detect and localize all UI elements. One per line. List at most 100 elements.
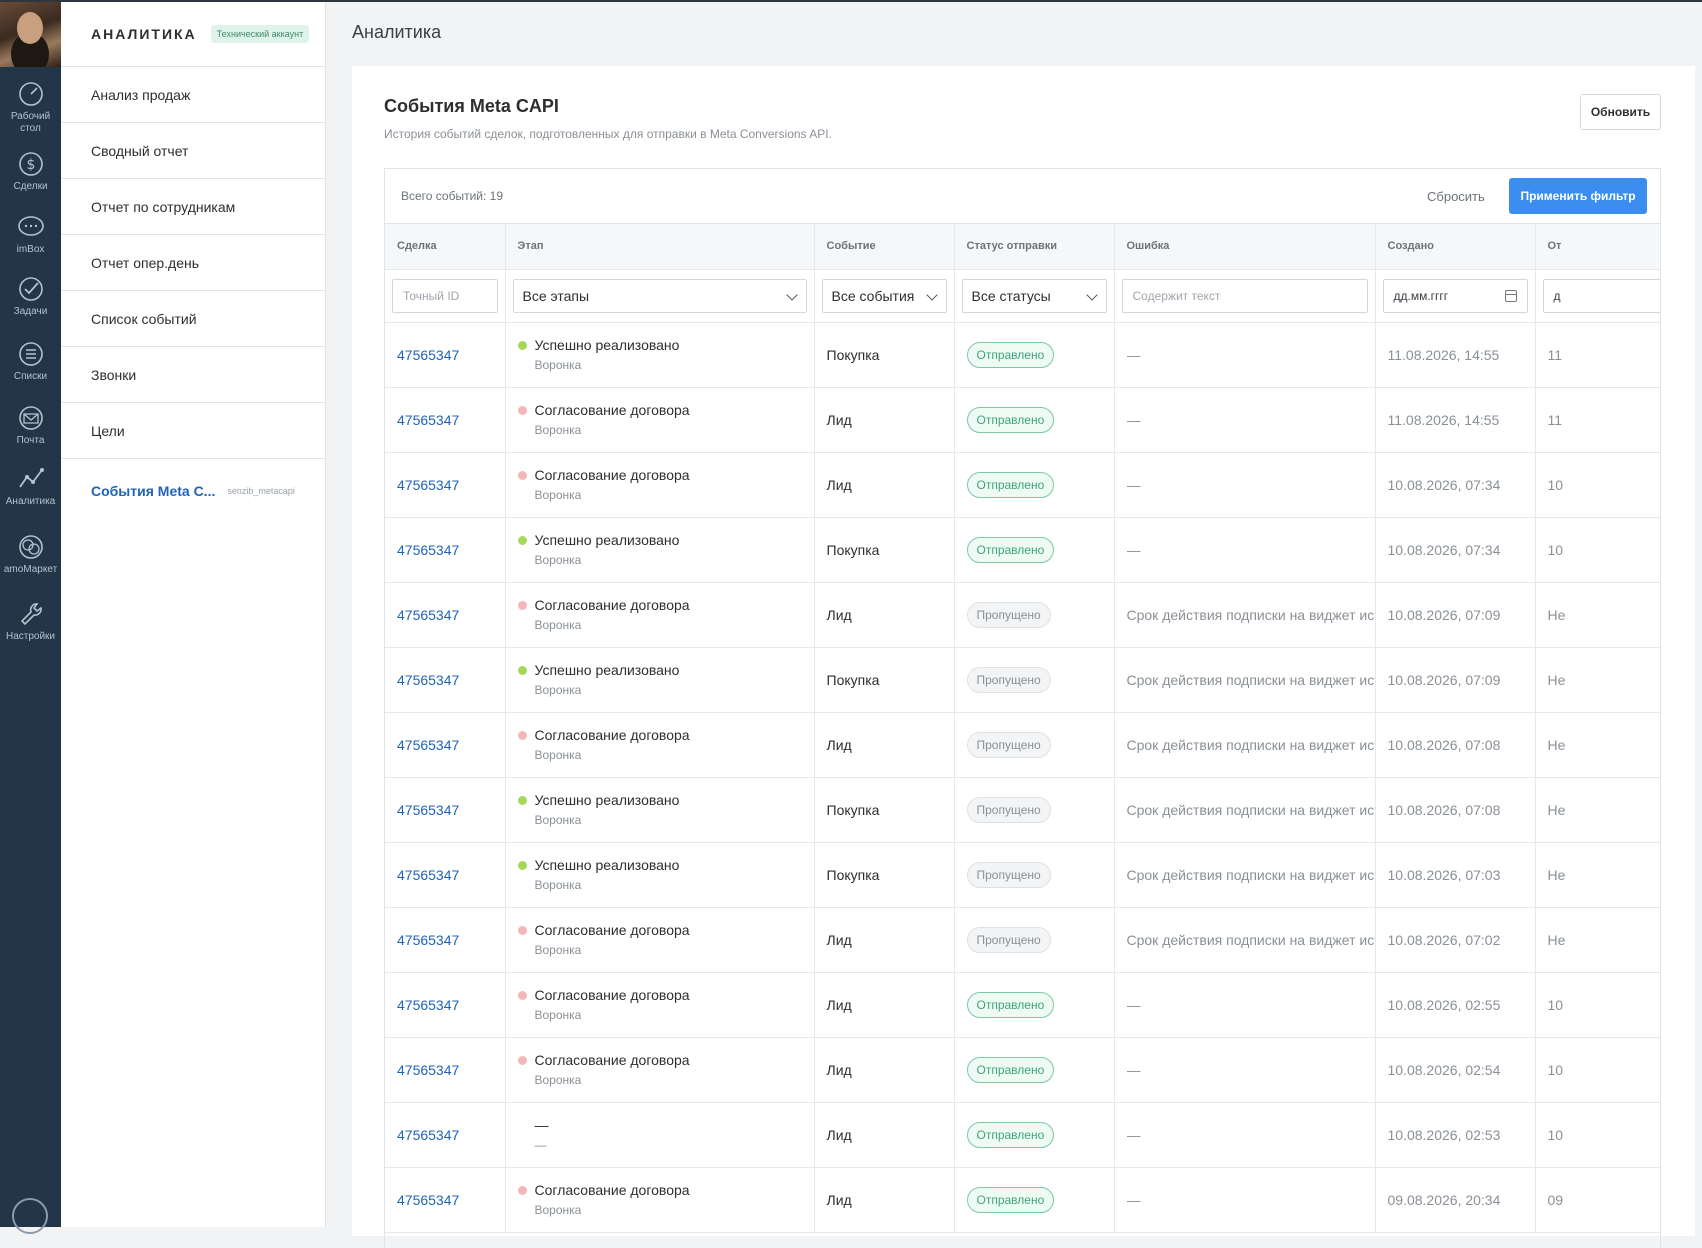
table-row[interactable]: 47565347 Согласование договора Воронка Лид О…	[385, 1167, 1660, 1233]
deal-link[interactable]: 47565347	[397, 802, 459, 818]
column-header[interactable]: Событие	[814, 224, 955, 270]
column-header[interactable]: Создано	[1375, 224, 1536, 270]
rail-item-check[interactable]: Задачи	[0, 275, 61, 318]
deal-link[interactable]: 47565347	[397, 1127, 459, 1143]
table-row[interactable]: 47565347 Успешно реализовано Воронка Покупк…	[385, 647, 1660, 713]
deal-id-filter[interactable]: Точный ID	[392, 278, 498, 313]
sent-datetime: 10	[1547, 476, 1564, 493]
deal-link[interactable]: 47565347	[397, 607, 459, 623]
event-cell: Лид	[814, 1167, 955, 1233]
sent-date-filter[interactable]: д	[1542, 278, 1660, 313]
reset-button[interactable]: Сбросить	[1427, 189, 1485, 204]
created-datetime: 10.08.2026, 07:08	[1387, 801, 1501, 818]
calendar-icon[interactable]	[1504, 289, 1517, 302]
rail-item-analytics[interactable]: Аналитика	[0, 465, 61, 508]
rail-item-dashboard[interactable]: Рабочий стол	[0, 80, 61, 135]
event-cell: Лид	[814, 907, 955, 973]
card-title: События Meta CAPI	[384, 96, 559, 116]
avatar[interactable]	[0, 0, 61, 67]
table-row[interactable]: 47565347 Успешно реализовано Воронка Покупк…	[385, 322, 1660, 388]
created-datetime: 10.08.2026, 07:09	[1387, 671, 1501, 688]
error-cell: Срок действия подписки на виджет истёк	[1114, 647, 1376, 713]
dollar-icon: $	[18, 152, 43, 176]
rail-item-label: Задачи	[13, 306, 48, 317]
subnav-item[interactable]: Отчет опер.день	[61, 235, 325, 291]
created-date-filter[interactable]: дд.мм.гггг	[1382, 278, 1528, 313]
deal-link[interactable]: 47565347	[397, 542, 459, 558]
event-cell: Покупка	[814, 322, 955, 388]
market-icon	[18, 535, 43, 559]
subnav-item[interactable]: Цели	[61, 403, 325, 459]
pipeline-name: Воронка	[534, 553, 582, 567]
deal-link[interactable]: 47565347	[397, 1192, 459, 1208]
rail-item-chat[interactable]: imBox	[0, 213, 61, 256]
error-text: Срок действия подписки на виджет истёк	[1126, 866, 1375, 883]
table-row[interactable]: 47565347 Согласование договора Воронка Лид О…	[385, 387, 1660, 453]
subnav-item[interactable]: Сводный отчет	[61, 123, 325, 179]
sent-cell: Не	[1535, 842, 1660, 908]
column-header[interactable]: От	[1535, 224, 1660, 270]
deal-link[interactable]: 47565347	[397, 1062, 459, 1078]
deal-link[interactable]: 47565347	[397, 672, 459, 688]
table-row[interactable]: 47565347 Согласование договора Воронка Лид П…	[385, 582, 1660, 648]
created-datetime: 10.08.2026, 07:03	[1387, 866, 1501, 883]
deal-link[interactable]: 47565347	[397, 932, 459, 948]
error-cell: —	[1114, 452, 1376, 518]
table-row[interactable]: 47565347 Согласование договора Воронка Лид П…	[385, 907, 1660, 973]
table-row[interactable]: 47565347 Успешно реализовано Воронка Покупк…	[385, 517, 1660, 583]
events-count: Всего событий: 19	[401, 189, 504, 203]
deal-link[interactable]: 47565347	[397, 412, 459, 428]
account-icon[interactable]	[12, 1198, 48, 1234]
table-row[interactable]: 47565347 Согласование договора Воронка Лид П…	[385, 712, 1660, 778]
created-datetime: 10.08.2026, 07:02	[1387, 931, 1501, 948]
rail-item-list[interactable]: Списки	[0, 340, 61, 383]
created-cell: 09.08.2026, 20:34	[1375, 1167, 1536, 1233]
status-badge: Отправлено	[966, 536, 1055, 563]
column-header[interactable]: Этап	[505, 224, 815, 270]
column-header[interactable]: Ошибка	[1114, 224, 1376, 270]
table-row[interactable]: 47565347 Успешно реализовано Воронка Покупк…	[385, 842, 1660, 908]
rail-item-dollar[interactable]: $ Сделки	[0, 150, 61, 193]
table-row[interactable]: 47565347 Успешно реализовано Воронка Покупк…	[385, 777, 1660, 843]
column-header[interactable]: Сделка	[385, 224, 506, 270]
deal-cell: 47565347	[385, 387, 506, 453]
deal-link[interactable]: 47565347	[397, 347, 459, 363]
filter-cell: д	[1535, 269, 1660, 323]
error-filter[interactable]: Содержит текст	[1121, 278, 1368, 313]
rail-item-wrench[interactable]: Настройки	[0, 600, 61, 643]
stage-filter[interactable]: Все этапы	[512, 278, 807, 313]
subnav-item[interactable]: Звонки	[61, 347, 325, 403]
subnav-item-meta-capi[interactable]: События Meta C... senzib_metacapi	[61, 459, 325, 523]
rail-item-market[interactable]: amoМаркет	[0, 533, 61, 576]
apply-filter-button[interactable]: Применить фильтр	[1509, 178, 1647, 214]
subnav-item[interactable]: Список событий	[61, 291, 325, 347]
rail-item-label: imBox	[16, 244, 45, 255]
table-row[interactable]: 47565347 Согласование договора Воронка Лид О…	[385, 972, 1660, 1038]
status-badge: Пропущено	[966, 731, 1051, 758]
deal-link[interactable]: 47565347	[397, 997, 459, 1013]
table-row[interactable]: 47565347— — Лид Отправлено —10.08.2026, 02:5…	[385, 1102, 1660, 1168]
event-filter[interactable]: Все события	[821, 278, 947, 313]
column-header[interactable]: Статус отправки	[954, 224, 1115, 270]
event-cell: Лид	[814, 972, 955, 1038]
table-row[interactable]: 47565347 Согласование договора Воронка Лид О…	[385, 1037, 1660, 1103]
sent-datetime: 10	[1547, 996, 1564, 1013]
rail-item-mail[interactable]: Почта	[0, 404, 61, 447]
deal-link[interactable]: 47565347	[397, 737, 459, 753]
status-filter[interactable]: Все статусы	[961, 278, 1107, 313]
stage-name: Успешно реализовано	[534, 337, 680, 353]
status-badge: Отправлено	[966, 406, 1055, 433]
status-badge: Пропущено	[966, 666, 1051, 693]
subnav-item[interactable]: Отчет по сотрудникам	[61, 179, 325, 235]
filter-cell: Все статусы	[954, 269, 1115, 323]
sent-cell: 10	[1535, 452, 1660, 518]
table-row[interactable]: 47565347 Согласование договора Воронка Лид О…	[385, 452, 1660, 518]
refresh-button[interactable]: Обновить	[1580, 94, 1661, 130]
subnav-item[interactable]: Анализ продаж	[61, 67, 325, 123]
mail-icon	[18, 406, 43, 430]
deal-link[interactable]: 47565347	[397, 477, 459, 493]
event-cell: Лид	[814, 582, 955, 648]
sent-cell: Не	[1535, 777, 1660, 843]
pipeline-name: Воронка	[534, 618, 582, 632]
deal-link[interactable]: 47565347	[397, 867, 459, 883]
